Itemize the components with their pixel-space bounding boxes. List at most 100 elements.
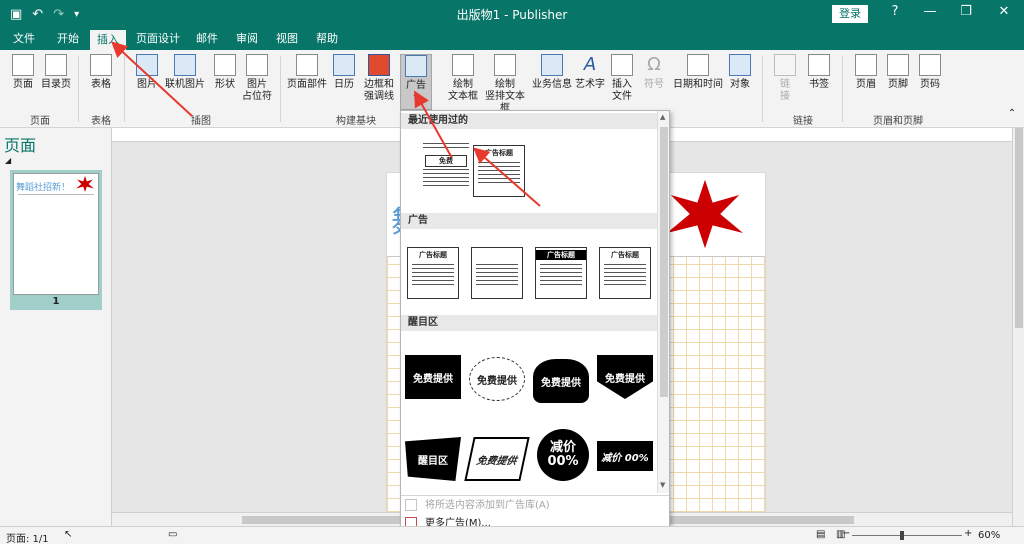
ad-text-lines: [423, 143, 469, 151]
restore-icon[interactable]: ❐: [956, 4, 976, 19]
section-header-attention-getters: 醒目区: [401, 315, 657, 331]
add-to-ad-gallery-command[interactable]: 将所选内容添加到广告库(A): [405, 497, 655, 515]
attention-getter-3[interactable]: 免费提供: [533, 359, 589, 403]
minimize-icon[interactable]: —: [920, 4, 940, 19]
tab-insert[interactable]: 插入: [90, 30, 126, 52]
page-thumbnail[interactable]: 舞蹈社招新！ 1: [10, 170, 102, 310]
object-button[interactable]: 对象: [726, 54, 754, 91]
footer-button[interactable]: 页脚: [884, 54, 912, 91]
draw-vertical-textbox-button[interactable]: 绘制 竖排文本框: [482, 54, 528, 115]
date-time-button[interactable]: 日期和时间: [672, 54, 724, 91]
picture-placeholder-button[interactable]: 图片 占位符: [242, 54, 272, 103]
ad-title-text: 广告标题: [419, 251, 447, 259]
group-label-pages: 页面: [30, 116, 50, 127]
window-title: 出版物1 - Publisher: [456, 8, 568, 22]
page-thumbnail-number: 1: [52, 296, 60, 307]
starburst-icon[interactable]: [667, 179, 743, 249]
attention-getter-2[interactable]: 免费提供: [469, 357, 525, 401]
ad-template-1[interactable]: 广告标题: [407, 247, 459, 299]
object-position-icon: ▭: [168, 529, 178, 540]
header-icon: [855, 54, 877, 76]
ad-template-recent-2[interactable]: 广告标题: [473, 145, 525, 197]
attention-getter-5[interactable]: 醒目区: [405, 437, 461, 481]
attention-getter-4[interactable]: 免费提供: [597, 355, 653, 399]
shapes-button[interactable]: 形状: [210, 54, 240, 91]
close-icon[interactable]: ✕: [994, 4, 1014, 19]
symbol-button[interactable]: Ω 符号: [640, 54, 668, 91]
draw-textbox-button[interactable]: 绘制 文本框: [446, 54, 480, 103]
group-label-tables: 表格: [91, 116, 111, 127]
table-button[interactable]: 表格: [86, 54, 116, 91]
wordart-button[interactable]: A 艺术字: [574, 54, 606, 91]
link-icon: [774, 54, 796, 76]
tab-home[interactable]: 开始: [48, 28, 88, 50]
attention-getter-6[interactable]: 免费提供: [464, 437, 530, 481]
insert-file-button[interactable]: 插入 文件: [608, 54, 636, 103]
page-parts-button[interactable]: 页面部件: [286, 54, 328, 91]
ad-template-4[interactable]: 广告标题: [599, 247, 651, 299]
ad-title-text: 广告标题: [485, 149, 513, 157]
online-picture-button[interactable]: 联机图片: [164, 54, 206, 91]
calendar-clock-icon: [687, 54, 709, 76]
ad-template-3[interactable]: 广告标题: [535, 247, 587, 299]
tab-view[interactable]: 视图: [270, 28, 304, 50]
ad-title-text: 免费: [425, 155, 467, 167]
page-number-button[interactable]: 页码: [916, 54, 944, 91]
ad-template-2[interactable]: [471, 247, 523, 299]
zoom-slider-knob[interactable]: [900, 531, 904, 540]
toc-button[interactable]: 目录页: [40, 54, 72, 91]
cursor-icon: ↖: [64, 529, 73, 540]
link-button[interactable]: 链 接: [772, 54, 798, 103]
ad-text-lines: [540, 264, 582, 288]
ad-title-text: 广告标题: [536, 250, 586, 260]
borders-accents-button[interactable]: 边框和 强调线: [360, 54, 398, 103]
scroll-down-icon[interactable]: ▼: [660, 481, 665, 489]
calendar-button[interactable]: 日历: [330, 54, 358, 91]
page-number-icon: [919, 54, 941, 76]
online-picture-icon: [174, 54, 196, 76]
picture-button[interactable]: 图片: [134, 54, 160, 91]
page-button[interactable]: 页面: [10, 54, 36, 91]
group-separator: [762, 56, 763, 122]
zoom-out-icon[interactable]: −: [842, 528, 850, 539]
vertical-scrollbar[interactable]: [1012, 128, 1024, 526]
login-button[interactable]: 登录: [832, 5, 868, 23]
gallery-scroll-thumb[interactable]: [660, 127, 668, 397]
zoom-level[interactable]: 60%: [978, 530, 1000, 541]
footer-icon: [887, 54, 909, 76]
attention-getter-8[interactable]: 减价 00%: [597, 441, 653, 471]
vertical-scroll-thumb[interactable]: [1015, 128, 1023, 328]
ad-template-recent-1[interactable]: 免费: [419, 141, 473, 199]
pages-pane-title: 页面: [4, 136, 37, 155]
header-button[interactable]: 页眉: [852, 54, 880, 91]
table-icon: [90, 54, 112, 76]
single-page-view-icon[interactable]: ▤: [816, 529, 825, 540]
calendar-icon: [333, 54, 355, 76]
business-info-button[interactable]: 业务信息: [532, 54, 572, 91]
attention-getter-7[interactable]: 减价 00%: [537, 429, 589, 481]
zoom-slider[interactable]: [852, 535, 962, 536]
page-count-status[interactable]: 页面: 1/1: [6, 530, 49, 544]
gallery-scrollbar[interactable]: ▲ ▼: [657, 111, 669, 493]
help-button[interactable]: ?: [885, 4, 905, 19]
section-header-recent: 最近使用过的: [401, 113, 657, 129]
tab-mailings[interactable]: 邮件: [190, 28, 224, 50]
insert-file-icon: [611, 54, 633, 76]
ribbon-tabs: 文件 开始 插入 页面设计 邮件 审阅 视图 帮助: [0, 28, 1024, 52]
picture-icon: [136, 54, 158, 76]
advertisements-button[interactable]: 广告 ▾: [400, 54, 432, 110]
zoom-in-icon[interactable]: +: [964, 528, 972, 539]
collapse-triangle-icon[interactable]: ◢: [5, 156, 11, 165]
title-bar: ▣ ↶ ↷ ▾ 出版物1 - Publisher 登录 ? — ❐ ✕: [0, 0, 1024, 28]
bookmark-button[interactable]: 书签: [804, 54, 834, 91]
tab-page-design[interactable]: 页面设计: [134, 28, 182, 50]
tab-help[interactable]: 帮助: [310, 28, 344, 50]
collapse-ribbon-icon[interactable]: ⌃: [1006, 108, 1018, 120]
tab-file[interactable]: 文件: [6, 28, 42, 50]
group-separator: [280, 56, 281, 122]
attention-getter-1[interactable]: 免费提供: [405, 355, 461, 399]
tab-review[interactable]: 审阅: [230, 28, 264, 50]
page-icon: [12, 54, 34, 76]
picture-placeholder-icon: [246, 54, 268, 76]
scroll-up-icon[interactable]: ▲: [660, 113, 665, 121]
